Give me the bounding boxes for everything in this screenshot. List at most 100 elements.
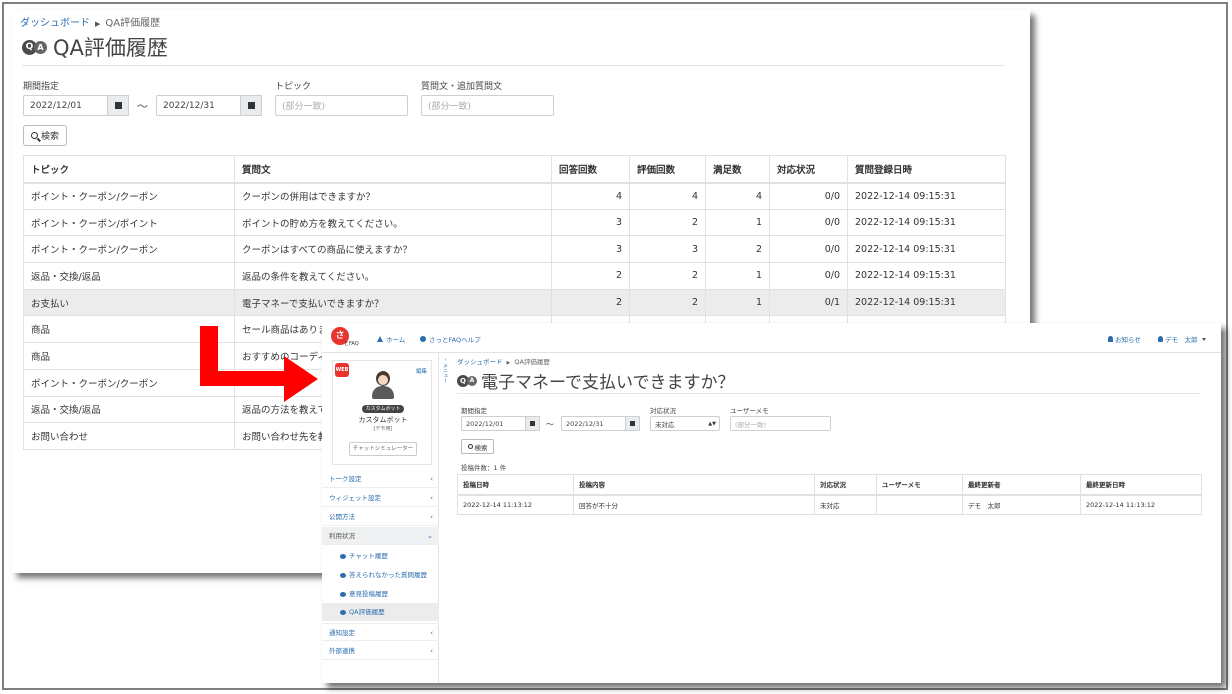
table-cell: 1 (705, 262, 770, 290)
column-header[interactable]: 投稿内容 (573, 474, 815, 496)
table-cell: お問い合わせ (23, 422, 235, 450)
column-header[interactable]: トピック (23, 155, 235, 184)
column-header[interactable]: 評価回数 (629, 155, 706, 184)
column-header[interactable]: 最終更新者 (962, 474, 1081, 496)
column-header[interactable]: 対応状況 (814, 474, 877, 496)
user-name: デモ 太郎 (1165, 336, 1198, 344)
table-cell: 未対応 (814, 494, 877, 515)
web-bot-icon: WEB (335, 363, 349, 377)
table-row[interactable]: 2022-12-14 11:13:12 回答が不十分 未対応 デモ 太郎 202… (457, 494, 1202, 515)
submenu-chat-history[interactable]: チャット履歴 (322, 547, 439, 565)
nav-help-link[interactable]: さっとFAQヘルプ (420, 334, 481, 344)
top-navbar: さ とFAQ ホーム さっとFAQヘルプ お知らせ デモ 太郎 (322, 323, 1221, 353)
calendar-icon[interactable] (625, 416, 640, 431)
menu-external-integration[interactable]: 外部連携 ‹ (322, 642, 439, 660)
chevron-left-icon: ‹ (430, 475, 433, 483)
table-header-row: トピック 質問文 回答回数 評価回数 満足数 対応状況 質問登録日時 (23, 155, 1006, 184)
submenu-label: チャット履歴 (349, 552, 388, 560)
submenu-unanswered-history[interactable]: 答えられなかった質問履歴 (322, 566, 439, 584)
main-content: ダッシュボード ▶ QA評価履歴 QA 電子マネーで支払いできますか？ 期間指定 2… (452, 353, 1212, 683)
menu-widget-settings[interactable]: ウィジェット設定 ‹ (322, 489, 439, 507)
bot-avatar (371, 371, 395, 399)
table-cell: 2022-12-14 09:15:31 (847, 208, 1006, 237)
menu-label: 通知設定 (329, 629, 355, 637)
table-cell: 返品・交換/返品 (23, 262, 235, 290)
table-cell: 2022-12-14 09:15:31 (847, 262, 1006, 290)
search-button[interactable]: 検索 (461, 439, 494, 454)
column-header[interactable]: 回答回数 (551, 155, 630, 184)
chevron-down-icon: ⌄ (427, 532, 433, 540)
topic-input[interactable]: (部分一致) (275, 95, 408, 116)
column-header[interactable]: 最終更新日時 (1080, 474, 1202, 496)
column-header[interactable]: 質問文 (234, 155, 552, 184)
calendar-icon[interactable] (240, 95, 262, 116)
table-cell: 4 (551, 182, 630, 210)
bot-type-badge: カスタムボット (362, 405, 404, 413)
breadcrumb-current: QA評価履歴 (514, 358, 550, 366)
menu-collapse-tab[interactable]: ‹ メニュー (442, 357, 449, 397)
menu-notification-settings[interactable]: 通知設定 ‹ (322, 623, 439, 641)
submenu-feedback-history[interactable]: 意見投稿履歴 (322, 585, 439, 603)
question-input[interactable]: (部分一致) (421, 95, 554, 116)
date-from-input[interactable]: 2022/12/01 (23, 95, 117, 116)
nav-home-link[interactable]: ホーム (377, 334, 405, 344)
table-row[interactable]: ポイント・クーポン/クーポン クーポンの併用はできますか？ 4 4 4 0/0 2022-1… (23, 182, 1006, 210)
date-from-input[interactable]: 2022/12/01 (461, 416, 533, 431)
menu-publish-method[interactable]: 公開方法 ‹ (322, 508, 439, 526)
table-cell: 2 (551, 262, 630, 290)
memo-input[interactable]: (部分一致) (730, 416, 831, 431)
column-header[interactable]: 質問登録日時 (847, 155, 1006, 184)
breadcrumb: ダッシュボード ▶ QA評価履歴 (20, 14, 160, 29)
table-row[interactable]: ポイント・クーポン/ポイント ポイントの貯め方を教えてください。 3 2 1 0/0 202… (23, 208, 1006, 237)
period-label: 期間指定 (23, 82, 60, 92)
nav-notifications-link[interactable]: お知らせ (1108, 334, 1141, 344)
chevron-left-icon: ‹ (430, 647, 433, 655)
breadcrumb-dashboard-link[interactable]: ダッシュボード (457, 358, 503, 366)
table-cell: 2022-12-14 09:15:31 (847, 182, 1006, 210)
nav-home-label: ホーム (386, 336, 406, 344)
date-to-input[interactable]: 2022/12/31 (561, 416, 633, 431)
caret-down-icon (1201, 337, 1206, 341)
column-header[interactable]: 満足数 (705, 155, 770, 184)
table-row[interactable]: 返品・交換/返品 返品の条件を教えてください。 2 2 1 0/0 2022-12-14 0… (23, 262, 1006, 290)
column-header[interactable]: ユーザーメモ (876, 474, 963, 496)
breadcrumb-dashboard-link[interactable]: ダッシュボード (20, 18, 90, 29)
chevron-left-icon: ‹ (430, 494, 433, 502)
menu-label: 外部連携 (329, 647, 355, 655)
search-button[interactable]: 検索 (23, 125, 67, 146)
bot-card: WEB 編集 カスタムボット カスタムボット [デモ用] チャットシミュレーター (332, 360, 432, 465)
table-row[interactable]: お支払い 電子マネーで支払いできますか？ 2 2 1 0/1 2022-12-14 09:1… (23, 288, 1006, 317)
bot-subtitle: [デモ用] (373, 426, 393, 432)
nav-notify-label: お知らせ (1115, 336, 1141, 344)
edit-bot-link[interactable]: 編集 (416, 367, 427, 375)
status-select[interactable]: 未対応 ▲▼ (650, 416, 720, 431)
table-cell: クーポンはすべての商品に使えますか？ (234, 235, 552, 264)
question-label: 質問文・追加質問文 (421, 82, 503, 92)
table-cell: 2 (629, 208, 706, 237)
table-cell: 1 (705, 208, 770, 237)
menu-usage-status[interactable]: 利用状況 ⌄ (322, 527, 439, 545)
nav-help-label: さっとFAQヘルプ (429, 336, 481, 344)
column-header[interactable]: 投稿日時 (457, 474, 574, 496)
menu-label: ウィジェット設定 (329, 494, 381, 502)
table-cell: ポイント・クーポン/ポイント (23, 208, 235, 237)
submenu-qa-rating-history[interactable]: QA評価履歴 (322, 603, 439, 621)
menu-talk-settings[interactable]: トーク設定 ‹ (322, 470, 439, 488)
question-detail-window: さ とFAQ ホーム さっとFAQヘルプ お知らせ デモ 太郎 WEB 編集 カ… (322, 323, 1221, 683)
user-icon (1158, 336, 1163, 342)
user-menu[interactable]: デモ 太郎 (1158, 334, 1206, 344)
sidebar: WEB 編集 カスタムボット カスタムボット [デモ用] チャットシミュレーター… (322, 353, 439, 683)
eye-slash-icon (340, 572, 346, 578)
calendar-icon[interactable] (107, 95, 129, 116)
date-to-input[interactable]: 2022/12/31 (156, 95, 248, 116)
page-title: QA QA評価履歴 (22, 32, 168, 62)
table-header-row: 投稿日時 投稿内容 対応状況 ユーザーメモ 最終更新者 最終更新日時 (457, 474, 1202, 496)
table-cell: 4 (705, 182, 770, 210)
chat-simulator-button[interactable]: チャットシミュレーター (349, 442, 417, 456)
red-arrow-head-icon (284, 356, 318, 402)
column-header[interactable]: 対応状況 (769, 155, 848, 184)
submenu-label: 答えられなかった質問履歴 (349, 571, 427, 579)
calendar-icon[interactable] (525, 416, 540, 431)
table-row[interactable]: ポイント・クーポン/クーポン クーポンはすべての商品に使えますか？ 3 3 2 0/0 20… (23, 235, 1006, 264)
search-icon (30, 132, 38, 139)
